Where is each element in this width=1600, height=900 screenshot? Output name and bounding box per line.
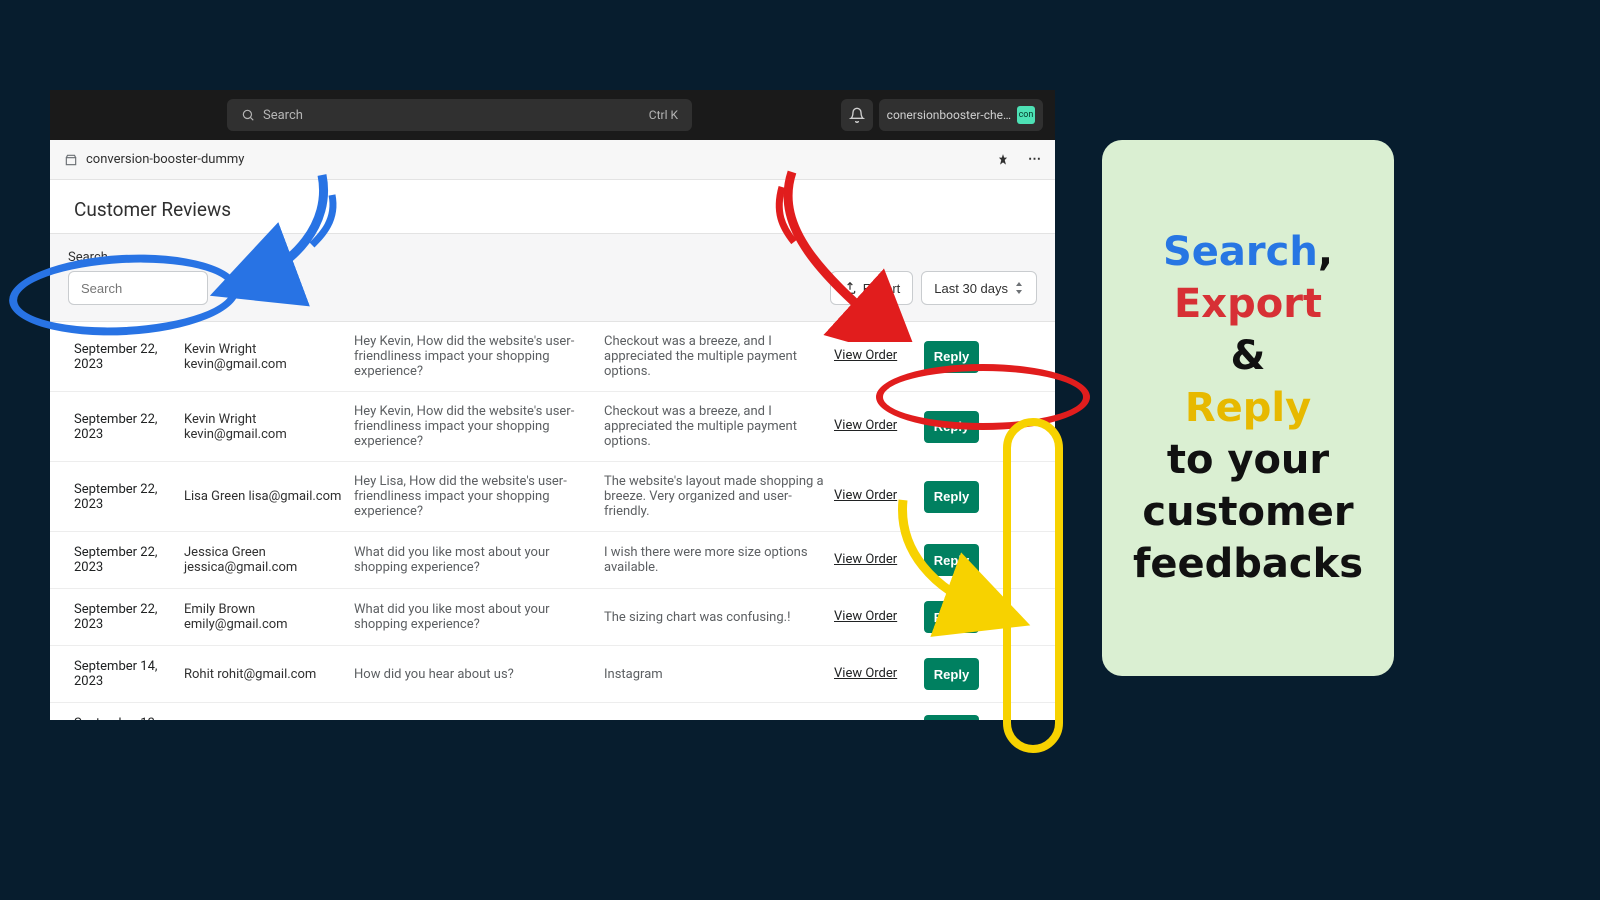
filter-bar: Search Export Last 30 days (50, 233, 1055, 322)
shortcut-hint: Ctrl K (649, 108, 678, 122)
cell-question: What did you like most about your shoppi… (354, 602, 594, 632)
cell-customer: Jessica Green jessica@gmail.com (184, 545, 344, 575)
cell-answer: The sizing chart was confusing.! (604, 610, 824, 625)
reply-button[interactable]: Reply (924, 481, 979, 513)
callout-word-search: Search (1163, 229, 1318, 275)
export-icon (843, 281, 857, 295)
cell-answer: I wish there were more size options avai… (604, 545, 824, 575)
table-row: September 22, 2023 Jessica Green jessica… (50, 532, 1055, 589)
cell-customer: Emily Brown emily@gmail.com (184, 602, 344, 632)
search-input[interactable] (68, 271, 208, 305)
avatar: con (1017, 106, 1035, 124)
account-label: conersionbooster-che… (887, 108, 1011, 122)
breadcrumb-label: conversion-booster-dummy (86, 152, 244, 167)
reply-button[interactable]: Reply (924, 658, 979, 690)
view-order-link[interactable]: View Order (834, 348, 914, 365)
search-label: Search (68, 250, 208, 265)
global-search-placeholder: Search (263, 108, 303, 123)
reply-button[interactable]: Reply (924, 411, 979, 443)
cell-date: September 22, 2023 (74, 482, 174, 512)
reply-button[interactable]: Reply (924, 341, 979, 373)
reviews-table: September 22, 2023 Kevin Wright kevin@gm… (50, 322, 1055, 720)
table-row: September 22, 2023 Emily Brown emily@gma… (50, 589, 1055, 646)
global-search[interactable]: Search Ctrl K (227, 99, 692, 131)
cell-question: Hey Kevin, How did the website's user-fr… (354, 334, 594, 379)
cell-question: What did you like most about your shoppi… (354, 545, 594, 575)
cell-question: Hey Kevin, How did the website's user-fr… (354, 404, 594, 449)
cell-date: September 22, 2023 (74, 412, 174, 442)
view-order-link[interactable]: View Order (834, 488, 914, 505)
table-row: September 13, 2023 Biplav biplav@gmail.c… (50, 703, 1055, 720)
table-row: September 14, 2023 Rohit rohit@gmail.com… (50, 646, 1055, 703)
cell-customer: Kevin Wright kevin@gmail.com (184, 412, 344, 442)
reply-button[interactable]: Reply (924, 601, 979, 633)
cell-customer: Lisa Green lisa@gmail.com (184, 489, 344, 504)
cell-question: Hey Lisa, How did the website's user-fri… (354, 474, 594, 519)
more-icon[interactable]: ⋯ (1028, 152, 1041, 167)
callout-amp: & (1231, 330, 1266, 382)
cell-date: September 22, 2023 (74, 602, 174, 632)
callout-word-reply: Reply (1185, 382, 1311, 434)
cell-question: How did you hear about us? (354, 667, 594, 682)
cell-date: September 22, 2023 (74, 342, 174, 372)
bell-icon (849, 107, 865, 123)
table-row: September 22, 2023 Lisa Green lisa@gmail… (50, 462, 1055, 532)
date-range-label: Last 30 days (934, 281, 1008, 296)
store-icon (64, 153, 78, 167)
cell-answer: Instagram (604, 667, 824, 682)
dashboard-window: Search Ctrl K conersionbooster-che… con … (50, 90, 1055, 720)
view-order-link[interactable]: View Order (834, 552, 914, 569)
export-label: Export (863, 281, 901, 296)
search-icon (241, 108, 255, 122)
breadcrumb: conversion-booster-dummy ⋯ (50, 140, 1055, 180)
date-range-button[interactable]: Last 30 days (921, 271, 1037, 305)
cell-answer: Checkout was a breeze, and I appreciated… (604, 404, 824, 449)
callout-card: Search, Export & Reply to your customer … (1102, 140, 1394, 676)
cell-date: September 13, 2023 (74, 716, 174, 720)
sort-icon (1014, 282, 1024, 294)
callout-word-export: Export (1174, 278, 1322, 330)
cell-date: September 22, 2023 (74, 545, 174, 575)
cell-answer: The website's layout made shopping a bre… (604, 474, 824, 519)
cell-date: September 14, 2023 (74, 659, 174, 689)
pin-icon[interactable] (996, 153, 1010, 167)
notifications-button[interactable] (841, 99, 873, 131)
account-menu[interactable]: conersionbooster-che… con (879, 99, 1043, 131)
export-button[interactable]: Export (830, 271, 914, 305)
view-order-link[interactable]: View Order (834, 609, 914, 626)
reply-button[interactable]: Reply (924, 544, 979, 576)
table-row: September 22, 2023 Kevin Wright kevin@gm… (50, 322, 1055, 392)
cell-answer: Checkout was a breeze, and I appreciated… (604, 334, 824, 379)
cell-customer: Rohit rohit@gmail.com (184, 667, 344, 682)
topbar: Search Ctrl K conersionbooster-che… con (50, 90, 1055, 140)
reply-button[interactable]: Reply (924, 715, 979, 720)
callout-rest: to your customer feedbacks (1122, 434, 1374, 590)
view-order-link[interactable]: View Order (834, 418, 914, 435)
cell-customer: Kevin Wright kevin@gmail.com (184, 342, 344, 372)
table-row: September 22, 2023 Kevin Wright kevin@gm… (50, 392, 1055, 462)
view-order-link[interactable]: View Order (834, 666, 914, 683)
page-title: Customer Reviews (50, 180, 1055, 233)
callout-comma: , (1318, 229, 1333, 275)
